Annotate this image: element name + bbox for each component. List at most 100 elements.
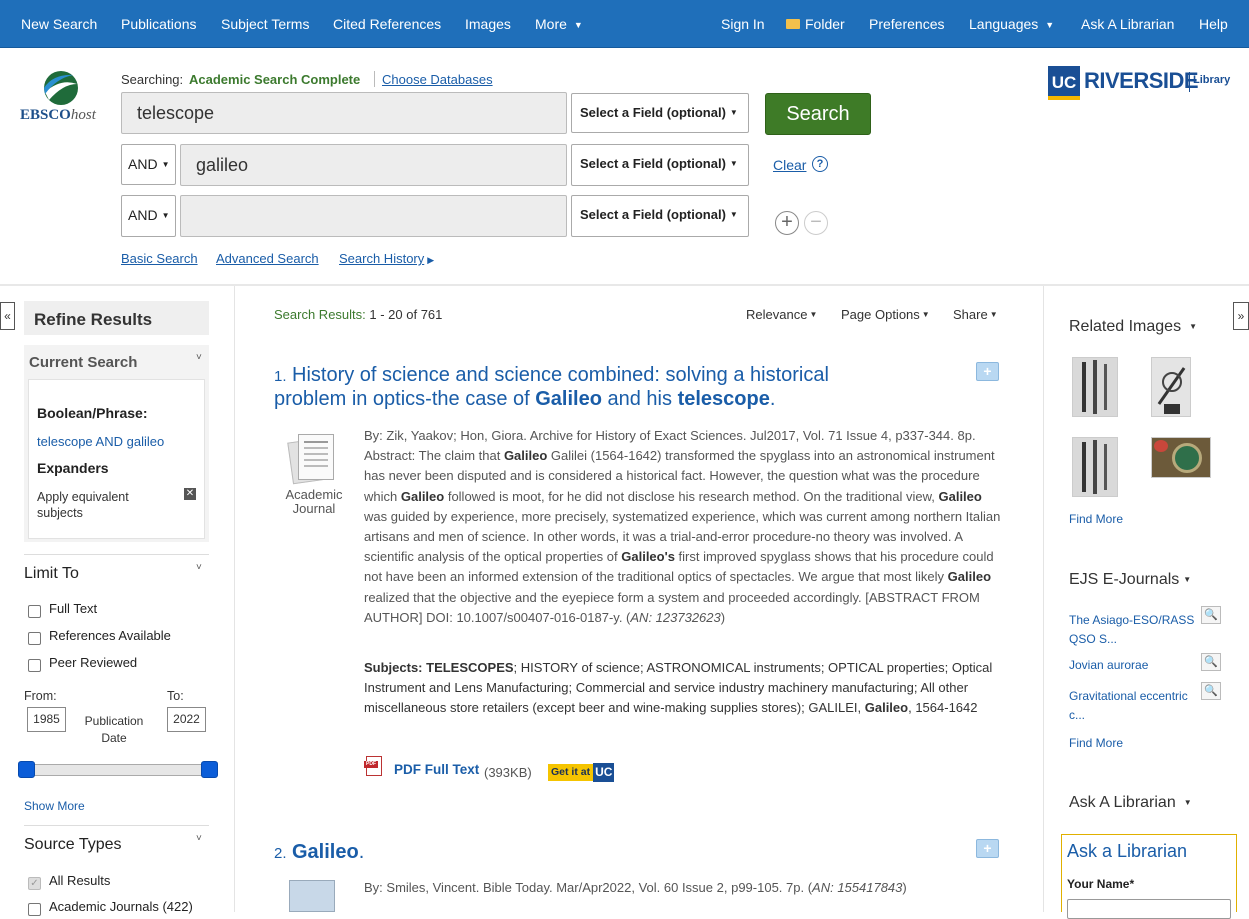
remove-expander-icon[interactable]: ✕ bbox=[184, 488, 196, 500]
field-select-2[interactable]: Select a Field (optional) ▼ bbox=[571, 144, 749, 186]
nav-more[interactable]: More ▼ bbox=[535, 16, 583, 32]
preview-magnifier-icon[interactable]: 🔍 bbox=[1201, 682, 1221, 700]
related-images-header[interactable]: Related Images ▼ bbox=[1069, 318, 1197, 336]
results-range: 1 - 20 of 761 bbox=[369, 307, 443, 322]
search-input-3[interactable] bbox=[180, 195, 567, 237]
nav-images[interactable]: Images bbox=[465, 16, 511, 32]
search-input-1[interactable]: telescope bbox=[121, 92, 567, 134]
choose-databases-link[interactable]: Choose Databases bbox=[382, 72, 493, 87]
publication-date-label: Publication Date bbox=[84, 714, 144, 745]
bool-operator-label: AND bbox=[128, 156, 158, 172]
full-text-label: Full Text bbox=[49, 601, 98, 616]
journals-find-more-link[interactable]: Find More bbox=[1069, 736, 1123, 750]
caret-down-icon: ▼ bbox=[1189, 322, 1197, 331]
current-search-header[interactable]: Current Search ˅ bbox=[24, 345, 209, 375]
preview-magnifier-icon[interactable]: 🔍 bbox=[1201, 606, 1221, 624]
caret-down-icon: ▼ bbox=[1045, 20, 1055, 30]
current-search-box: Boolean/Phrase: telescope AND galileo Ex… bbox=[28, 379, 205, 539]
nav-folder[interactable]: Folder bbox=[786, 16, 845, 32]
boolean-phrase-value[interactable]: telescope AND galileo bbox=[37, 434, 164, 449]
search-history-link[interactable]: Search History ▶ bbox=[339, 251, 434, 266]
related-image-thumbnail[interactable] bbox=[1072, 437, 1118, 497]
references-available-checkbox[interactable] bbox=[28, 632, 41, 645]
nav-preferences[interactable]: Preferences bbox=[869, 16, 944, 32]
related-image-thumbnail[interactable] bbox=[1151, 357, 1191, 417]
divider bbox=[374, 71, 375, 87]
peer-reviewed-checkbox[interactable] bbox=[28, 659, 41, 672]
related-images-title: Related Images bbox=[1069, 318, 1182, 335]
nav-ask-librarian[interactable]: Ask A Librarian bbox=[1081, 16, 1174, 32]
nav-help[interactable]: Help bbox=[1199, 16, 1228, 32]
share-dropdown[interactable]: Share ▼ bbox=[953, 307, 998, 322]
full-text-checkbox[interactable] bbox=[28, 605, 41, 618]
get-it-at-uc-button[interactable]: Get it at UC bbox=[548, 763, 615, 782]
journal-link[interactable]: The Asiago-ESO/RASS QSO S... bbox=[1069, 611, 1201, 649]
source-types-header[interactable]: Source Types bbox=[24, 836, 122, 854]
page-options-dropdown[interactable]: Page Options ▼ bbox=[841, 307, 930, 322]
result-number: 2. bbox=[274, 845, 287, 862]
collapse-right-icon[interactable]: » bbox=[1233, 302, 1249, 330]
ejs-journals-header[interactable]: EJS E-Journals ▼ bbox=[1069, 571, 1191, 589]
show-more-link[interactable]: Show More bbox=[24, 799, 85, 813]
caret-right-icon: ▶ bbox=[427, 255, 435, 265]
help-icon[interactable]: ? bbox=[812, 156, 828, 172]
basic-search-link[interactable]: Basic Search bbox=[121, 251, 198, 266]
search-input-2[interactable]: galileo bbox=[180, 144, 567, 186]
from-year-input[interactable]: 1985 bbox=[27, 707, 66, 732]
add-row-icon[interactable]: + bbox=[775, 211, 799, 235]
collapse-left-icon[interactable]: « bbox=[0, 302, 15, 330]
academic-journals-checkbox[interactable] bbox=[28, 903, 41, 916]
add-to-folder-icon[interactable]: + bbox=[976, 362, 999, 381]
nav-subject-terms[interactable]: Subject Terms bbox=[221, 16, 309, 32]
chevron-down-icon[interactable]: ˅ bbox=[196, 562, 202, 573]
field-select-label: Select a Field (optional) bbox=[580, 105, 726, 120]
clear-link[interactable]: Clear bbox=[773, 157, 806, 173]
add-to-folder-icon[interactable]: + bbox=[976, 839, 999, 858]
date-slider-track[interactable] bbox=[22, 764, 212, 776]
limit-to-header[interactable]: Limit To bbox=[24, 565, 79, 583]
nav-languages[interactable]: Languages ▼ bbox=[969, 16, 1054, 32]
preview-magnifier-icon[interactable]: 🔍 bbox=[1201, 653, 1221, 671]
divider bbox=[24, 554, 209, 555]
result-title-link[interactable]: History of science and science combined:… bbox=[274, 363, 874, 411]
all-results-checkbox[interactable]: ✓ bbox=[28, 877, 41, 890]
ask-librarian-header[interactable]: Ask A Librarian ▼ bbox=[1069, 794, 1192, 812]
nav-cited-references[interactable]: Cited References bbox=[333, 16, 441, 32]
pdf-icon[interactable]: PDF bbox=[364, 756, 384, 778]
right-column-divider bbox=[1043, 286, 1044, 912]
bool-operator-select-2[interactable]: AND ▼ bbox=[121, 144, 176, 185]
divider bbox=[24, 825, 209, 826]
bool-operator-select-3[interactable]: AND ▼ bbox=[121, 195, 176, 237]
pdf-full-text-link[interactable]: PDF Full Text bbox=[394, 762, 479, 777]
field-select-3[interactable]: Select a Field (optional) ▼ bbox=[571, 195, 749, 237]
ebscohost-logo[interactable]: EBSCOhost bbox=[20, 68, 110, 124]
database-name: Academic Search Complete bbox=[189, 72, 361, 87]
sort-relevance-dropdown[interactable]: Relevance ▼ bbox=[746, 307, 817, 322]
nav-new-search[interactable]: New Search bbox=[21, 16, 97, 32]
result-title-link[interactable]: Galileo. bbox=[292, 840, 792, 864]
your-name-input[interactable] bbox=[1067, 899, 1231, 919]
related-image-thumbnail[interactable] bbox=[1072, 357, 1118, 417]
advanced-search-link[interactable]: Advanced Search bbox=[216, 251, 319, 266]
date-slider-handle-min[interactable] bbox=[18, 761, 35, 778]
chevron-down-icon[interactable]: ˅ bbox=[196, 833, 202, 844]
ask-librarian-widget: Ask a Librarian Your Name* bbox=[1061, 834, 1237, 919]
date-slider-handle-max[interactable] bbox=[201, 761, 218, 778]
uc-riverside-library-logo[interactable]: UC RIVERSIDE Library bbox=[1048, 64, 1230, 104]
journal-link[interactable]: Jovian aurorae bbox=[1069, 658, 1148, 672]
result-abstract: By: Smiles, Vincent. Bible Today. Mar/Ap… bbox=[364, 880, 907, 895]
references-available-label: References Available bbox=[49, 628, 171, 643]
search-button[interactable]: Search bbox=[765, 93, 871, 135]
remove-row-icon[interactable]: − bbox=[804, 211, 828, 235]
getit-uc-label: UC bbox=[593, 763, 615, 782]
nav-sign-in[interactable]: Sign In bbox=[721, 16, 765, 32]
field-select-1[interactable]: Select a Field (optional) ▼ bbox=[571, 93, 749, 133]
search-history-label: Search History bbox=[339, 251, 425, 266]
journal-link[interactable]: Gravitational eccentric c... bbox=[1069, 687, 1199, 725]
images-find-more-link[interactable]: Find More bbox=[1069, 512, 1123, 526]
to-year-input[interactable]: 2022 bbox=[167, 707, 206, 732]
related-image-thumbnail[interactable] bbox=[1151, 437, 1211, 478]
boolean-phrase-label: Boolean/Phrase: bbox=[37, 405, 148, 421]
nav-publications[interactable]: Publications bbox=[121, 16, 197, 32]
caret-down-icon: ▼ bbox=[161, 160, 170, 169]
